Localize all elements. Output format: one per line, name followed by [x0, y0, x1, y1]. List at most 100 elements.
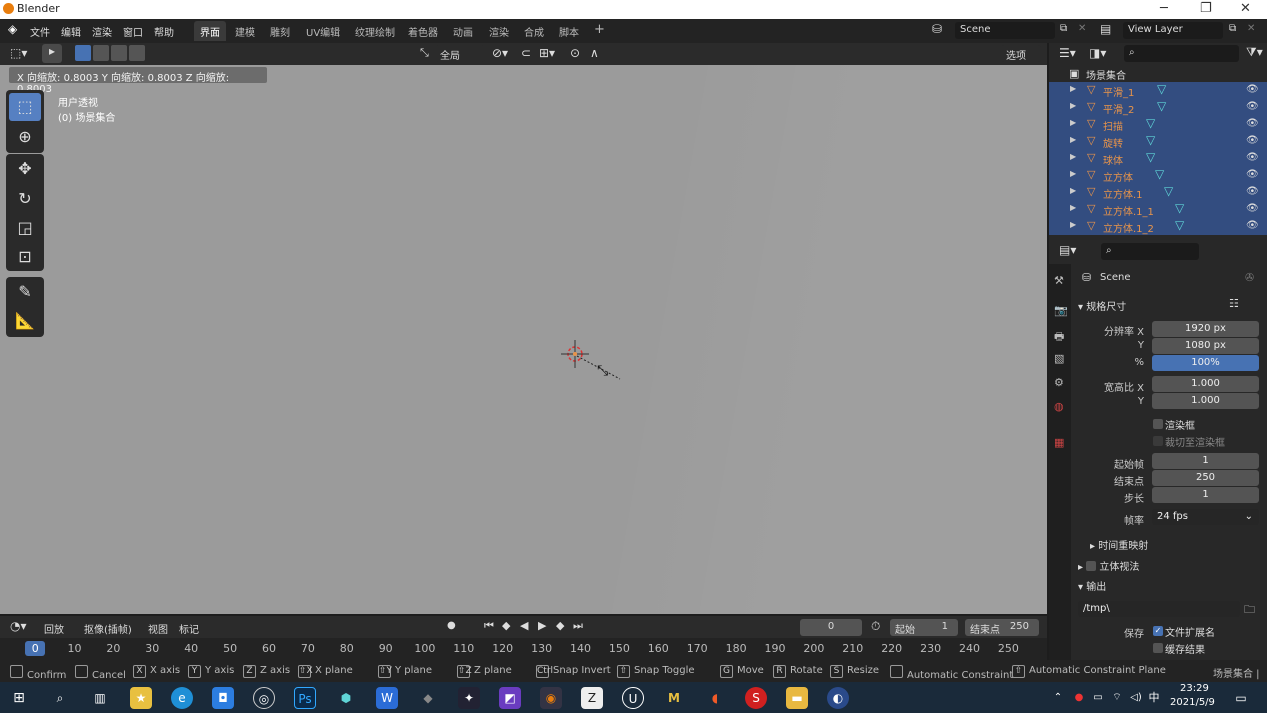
operator-redo-bar[interactable]: X 向缩放: 0.8003 Y 向缩放: 0.8003 Z 向缩放: 0.800…	[9, 67, 267, 95]
menu-help[interactable]: 帮助	[154, 24, 174, 39]
tab-layout[interactable]: 界面	[194, 21, 226, 41]
timeline-playback-menu[interactable]: 回放	[44, 621, 64, 636]
play-reverse-icon[interactable]: ◀	[520, 619, 528, 632]
expand-triangle-icon[interactable]: ▶	[1070, 186, 1076, 195]
visibility-eye-icon[interactable]: 👁	[1246, 152, 1259, 163]
play-icon[interactable]: ▶	[538, 619, 546, 632]
auto-key-icon[interactable]: ●	[447, 620, 456, 631]
unreal-icon[interactable]: U	[622, 687, 644, 709]
expand-triangle-icon[interactable]: ▶	[1070, 84, 1076, 93]
display-mode-icon[interactable]: ◨▾	[1089, 46, 1106, 60]
stereoscopy-panel[interactable]: ▸ 立体视法	[1078, 558, 1139, 573]
view-layer-icon[interactable]: ▤	[1100, 22, 1111, 36]
filter-icon[interactable]: ⧩▾	[1246, 45, 1263, 60]
expand-triangle-icon[interactable]: ▶	[1070, 118, 1076, 127]
menu-render[interactable]: 渲染	[92, 24, 112, 39]
outliner-item[interactable]: ▶ ▽ 立方体.1_1 ▽ 👁	[1049, 201, 1267, 218]
frame-end-prop-field[interactable]: 250	[1152, 470, 1259, 486]
visibility-eye-icon[interactable]: 👁	[1246, 186, 1259, 197]
search-icon[interactable]: ⌕	[49, 687, 71, 709]
notification-icon[interactable]: ▭	[1230, 687, 1252, 709]
jump-end-icon[interactable]: ⏭	[573, 619, 583, 633]
properties-editor-icon[interactable]: ▤▾	[1059, 243, 1076, 257]
aspect-y-field[interactable]: 1.000	[1152, 393, 1259, 409]
expand-triangle-icon[interactable]: ▶	[1070, 203, 1076, 212]
tab-modeling[interactable]: 建模	[229, 21, 261, 41]
expand-triangle-icon[interactable]: ▶	[1070, 220, 1076, 229]
menu-window[interactable]: 窗口	[123, 24, 143, 39]
mesh-data-icon[interactable]: ▽	[1146, 150, 1155, 164]
tab-sculpting[interactable]: 雕刻	[264, 21, 296, 41]
app-blue-icon[interactable]: ◘	[212, 687, 234, 709]
rotate-tool-icon[interactable]: ↻	[9, 185, 41, 213]
jump-start-icon[interactable]: ⏮	[484, 619, 494, 633]
annotate-tool-icon[interactable]: ✎	[9, 278, 41, 306]
editor-type-icon[interactable]: ⬚▾	[10, 46, 27, 60]
close-button[interactable]: ✕	[1240, 1, 1251, 16]
tab-compositing[interactable]: 合成	[518, 21, 550, 41]
visibility-eye-icon[interactable]: 👁	[1246, 135, 1259, 146]
scale-tool-icon[interactable]: ◲	[9, 214, 41, 242]
pivot-icon[interactable]: ⊘▾	[492, 46, 508, 60]
jump-key-next-icon[interactable]: ◆	[556, 619, 564, 632]
expand-triangle-icon[interactable]: ▶	[1070, 135, 1076, 144]
res-percent-field[interactable]: 100%	[1152, 355, 1259, 371]
app-orange-icon[interactable]: ◖	[704, 687, 726, 709]
3d-viewport[interactable]: X 向缩放: 0.8003 Y 向缩放: 0.8003 Z 向缩放: 0.800…	[0, 65, 1047, 614]
app-circle-icon[interactable]: ◐	[827, 687, 849, 709]
app-star-icon[interactable]: ★	[130, 687, 152, 709]
tab-shading[interactable]: 着色器	[402, 21, 444, 41]
outliner-search-input[interactable]: ⌕	[1124, 45, 1239, 62]
output-tab-icon[interactable]: 🖶	[1054, 328, 1067, 343]
scene-icon[interactable]: ⛁	[932, 22, 942, 36]
frame-start-field[interactable]: 起始 1	[890, 619, 958, 636]
view-layer-selector[interactable]: View Layer	[1123, 22, 1223, 39]
format-presets-icon[interactable]: ☷	[1229, 297, 1239, 310]
expand-triangle-icon[interactable]: ▶	[1070, 152, 1076, 161]
output-panel-header[interactable]: ▾ 输出	[1078, 578, 1106, 593]
options-dropdown[interactable]: 选项	[1001, 45, 1041, 62]
snap-icon[interactable]: ⊂	[521, 46, 531, 60]
tab-scripting[interactable]: 脚本	[553, 21, 585, 41]
outliner-item[interactable]: ▶ ▽ 平滑_2 ▽ 👁	[1049, 99, 1267, 116]
measure-tool-icon[interactable]: 📐	[9, 307, 41, 335]
ime-indicator[interactable]: 中	[1143, 687, 1165, 709]
zbrush-icon[interactable]: Z	[581, 687, 603, 709]
crop-region-checkbox[interactable]	[1153, 436, 1163, 446]
add-workspace-button[interactable]: +	[588, 19, 611, 39]
frame-end-field[interactable]: 结束点 250	[965, 619, 1039, 636]
expand-triangle-icon[interactable]: ▶	[1070, 169, 1076, 178]
photoshop-icon[interactable]: Ps	[294, 687, 316, 709]
tab-rendering[interactable]: 渲染	[483, 21, 515, 41]
timeline-marker-menu[interactable]: 标记	[179, 621, 199, 636]
current-frame-field[interactable]: 0	[800, 619, 862, 636]
res-y-field[interactable]: 1080 px	[1152, 338, 1259, 354]
menu-edit[interactable]: 编辑	[61, 24, 81, 39]
outliner-item[interactable]: ▶ ▽ 立方体.1_2 ▽ 👁	[1049, 218, 1267, 235]
timeline-view-menu[interactable]: 视图	[148, 621, 168, 636]
frame-step-field[interactable]: 1	[1152, 487, 1259, 503]
timeline-keying-menu[interactable]: 抠像(插帧)	[84, 621, 132, 636]
file-explorer-icon[interactable]: ▬	[786, 687, 808, 709]
mesh-data-icon[interactable]: ▽	[1164, 184, 1173, 198]
properties-search-input[interactable]: ⌕	[1101, 243, 1199, 260]
jump-key-prev-icon[interactable]: ◆	[502, 619, 510, 632]
app-m-icon[interactable]: M	[663, 687, 685, 709]
outliner-item[interactable]: ▶ ▽ 旋转 ▽ 👁	[1049, 133, 1267, 150]
timer-icon[interactable]: ⏱	[871, 619, 880, 634]
maximize-button[interactable]: ❐	[1200, 1, 1212, 16]
render-tab-icon[interactable]: 📷	[1054, 304, 1068, 317]
mesh-data-icon[interactable]: ▽	[1146, 133, 1155, 147]
world-tab-icon[interactable]: ◍	[1054, 400, 1067, 413]
file-extension-checkbox[interactable]: ✓	[1153, 626, 1163, 636]
tab-uv-editing[interactable]: UV编辑	[300, 21, 346, 41]
app-purple-icon[interactable]: ◩	[499, 687, 521, 709]
delete-view-layer-icon[interactable]: ✕	[1247, 23, 1255, 34]
app-aperture-icon[interactable]: ◎	[253, 687, 275, 709]
visibility-eye-icon[interactable]: 👁	[1246, 220, 1259, 231]
visibility-eye-icon[interactable]: 👁	[1246, 203, 1259, 214]
edge-icon[interactable]: e	[171, 687, 193, 709]
outliner-item[interactable]: ▶ ▽ 球体 ▽ 👁	[1049, 150, 1267, 167]
blender-menu-icon[interactable]: ◈	[8, 22, 17, 36]
stereoscopy-checkbox[interactable]	[1086, 561, 1097, 571]
